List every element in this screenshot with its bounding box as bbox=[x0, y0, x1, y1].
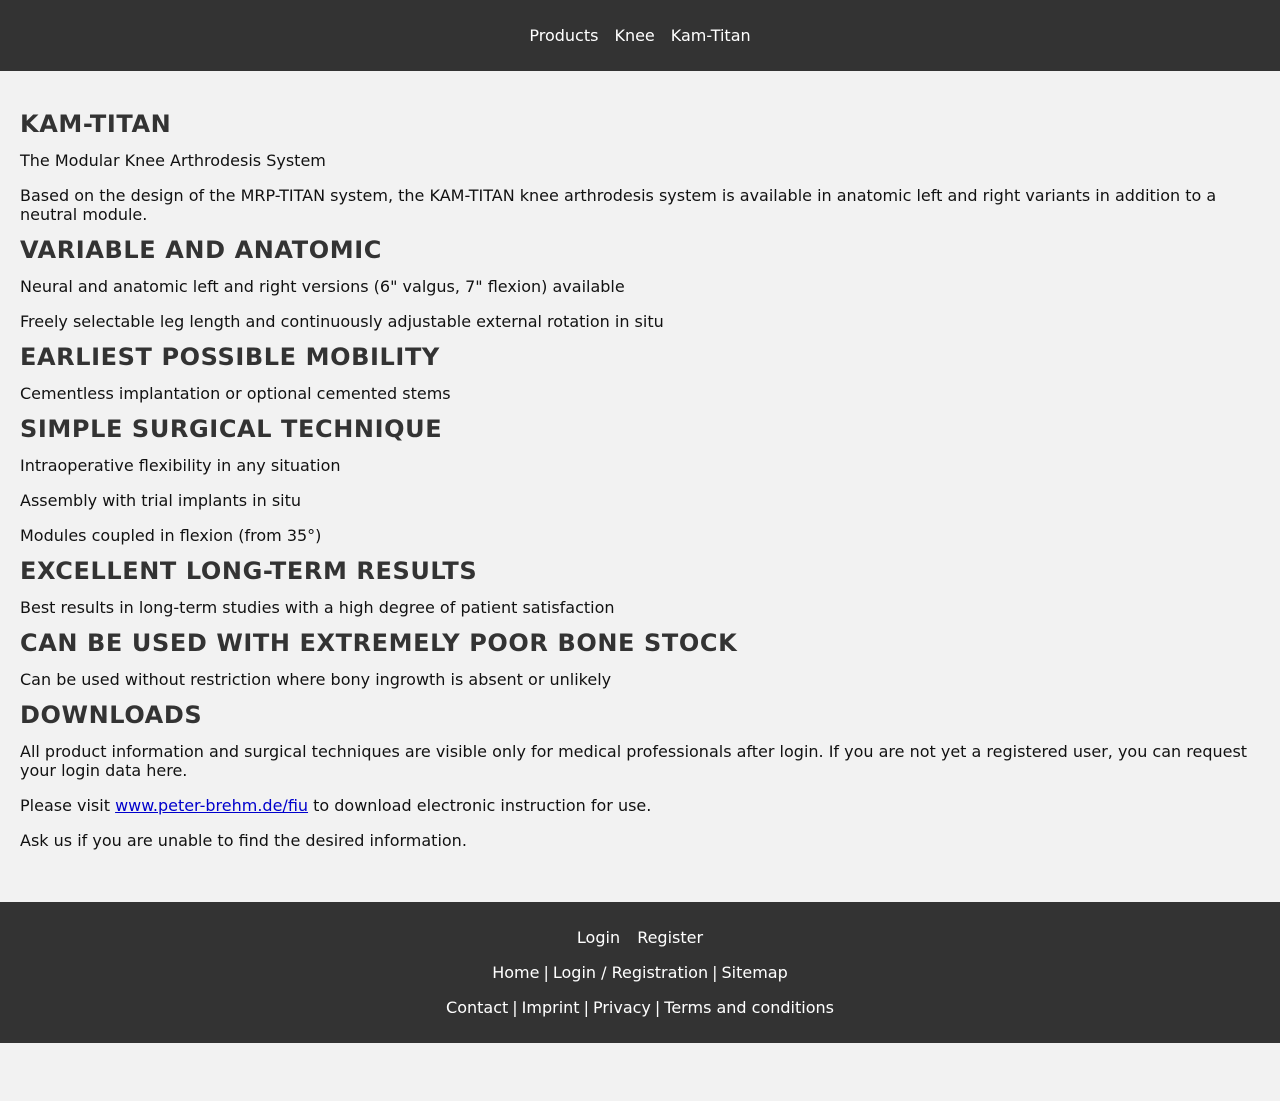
section-item: Assembly with trial implants in situ bbox=[20, 491, 302, 510]
main-content: KAM-TITAN The Modular Knee Arthrodesis S… bbox=[0, 71, 1280, 902]
section-heading-downloads: DOWNLOADS bbox=[20, 701, 203, 729]
footer-privacy-link[interactable]: Privacy bbox=[593, 998, 651, 1017]
page-subtitle: The Modular Knee Arthrodesis System bbox=[20, 151, 326, 170]
section-heading-variable: VARIABLE AND ANATOMIC bbox=[20, 236, 382, 264]
section-item: Modules coupled in flexion (from 35°) bbox=[20, 526, 322, 545]
breadcrumb-kam-titan[interactable]: Kam-Titan bbox=[671, 26, 751, 45]
section-item: Cementless implantation or optional ceme… bbox=[20, 384, 451, 403]
breadcrumb-knee[interactable]: Knee bbox=[614, 26, 654, 45]
section-item: Best results in long-term studies with a… bbox=[20, 598, 615, 617]
page-title: KAM-TITAN bbox=[20, 110, 172, 138]
downloads-info: All product information and surgical tec… bbox=[20, 742, 1248, 780]
section-item: Freely selectable leg length and continu… bbox=[20, 312, 664, 331]
footer-nav-links: Home | Login / Registration | Sitemap bbox=[0, 963, 1280, 982]
section-heading-results: EXCELLENT LONG-TERM RESULTS bbox=[20, 557, 478, 585]
footer-home-link[interactable]: Home bbox=[492, 963, 539, 982]
section-item: Neural and anatomic left and right versi… bbox=[20, 277, 625, 296]
breadcrumb-products[interactable]: Products bbox=[529, 26, 598, 45]
separator: | bbox=[583, 998, 589, 1017]
footer-login-registration-link[interactable]: Login / Registration bbox=[553, 963, 708, 982]
section-item: Intraoperative flexibility in any situat… bbox=[20, 456, 341, 475]
downloads-ask: Ask us if you are unable to find the des… bbox=[20, 831, 467, 850]
footer-contact-link[interactable]: Contact bbox=[446, 998, 508, 1017]
footer-legal-links: Contact | Imprint | Privacy | Terms and condit… bbox=[0, 998, 1280, 1017]
footer-account-links: Login Register bbox=[0, 928, 1280, 947]
section-heading-technique: SIMPLE SURGICAL TECHNIQUE bbox=[20, 415, 443, 443]
separator: | bbox=[512, 998, 518, 1017]
visit-prefix: Please visit bbox=[20, 796, 116, 815]
section-item: Can be used without restriction where bo… bbox=[20, 670, 612, 689]
footer: Login Register Home | Login / Registration… bbox=[0, 902, 1280, 1043]
breadcrumb: Products Knee Kam-Titan bbox=[0, 0, 1280, 71]
visit-suffix: to download electronic instruction for u… bbox=[308, 796, 652, 815]
separator: | bbox=[543, 963, 549, 982]
section-heading-mobility: EARLIEST POSSIBLE MOBILITY bbox=[20, 343, 440, 371]
footer-login-link[interactable]: Login bbox=[577, 928, 620, 947]
intro-text: Based on the design of the MRP-TITAN sys… bbox=[20, 186, 1217, 224]
separator: | bbox=[654, 998, 661, 1017]
footer-imprint-link[interactable]: Imprint bbox=[522, 998, 580, 1017]
footer-register-link[interactable]: Register bbox=[637, 928, 703, 947]
ifu-link[interactable]: www.peter-brehm.de/fiu bbox=[115, 796, 308, 815]
footer-terms-link[interactable]: Terms and conditions bbox=[664, 998, 834, 1017]
downloads-visit: Please visit www.peter-brehm.de/fiu to d… bbox=[20, 796, 1260, 815]
footer-sitemap-link[interactable]: Sitemap bbox=[721, 963, 787, 982]
separator: | bbox=[712, 963, 718, 982]
section-heading-bone-stock: CAN BE USED WITH EXTREMELY POOR BONE STO… bbox=[20, 629, 738, 657]
